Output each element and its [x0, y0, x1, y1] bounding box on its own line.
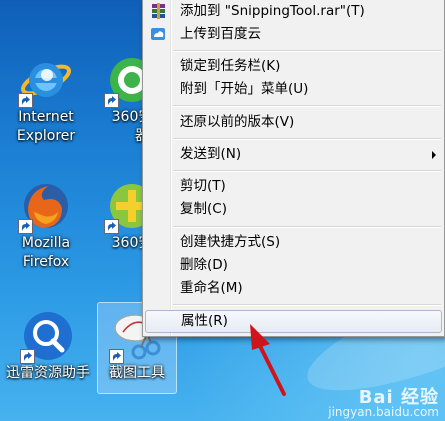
menu-item-label: 发送到(N) [180, 146, 242, 162]
menu-item-label: 属性(R) [181, 313, 228, 329]
menu-separator [173, 138, 441, 140]
menu-item-label: 上传到百度云 [180, 26, 261, 42]
shortcut-arrow-icon [109, 349, 124, 364]
baidu-cloud-icon [151, 28, 165, 40]
desktop-icon-label: Internet [18, 109, 74, 125]
menu-item-label: 添加到 "SnippingTool.rar"(T) [180, 3, 365, 19]
menu-separator [173, 170, 441, 172]
menu-separator [173, 50, 441, 52]
menu-separator [173, 105, 441, 107]
desktop-icon-label: Explorer [16, 128, 76, 144]
menu-item-delete[interactable]: 删除(D) [145, 254, 442, 277]
shortcut-arrow-icon [104, 93, 119, 108]
menu-item-upload-baidu-cloud[interactable]: 上传到百度云 [145, 23, 442, 46]
shortcut-arrow-icon [104, 219, 119, 234]
menu-item-rename[interactable]: 重命名(M) [145, 277, 442, 300]
menu-item-restore-versions[interactable]: 还原以前的版本(V) [145, 111, 442, 134]
menu-item-label: 创建快捷方式(S) [180, 234, 281, 250]
menu-separator [173, 304, 441, 306]
menu-item-label: 重命名(M) [180, 280, 243, 296]
desktop-icon-internet-explorer[interactable]: Internet Explorer [10, 52, 82, 146]
annotation-arrow-icon [250, 324, 286, 396]
watermark-brand: Bai 经验 [358, 387, 439, 408]
menu-item-cut[interactable]: 剪切(T) [145, 175, 442, 198]
menu-item-create-shortcut[interactable]: 创建快捷方式(S) [145, 231, 442, 254]
menu-separator [173, 226, 441, 228]
submenu-arrow-icon [432, 151, 436, 159]
desktop-icon-firefox[interactable]: Mozilla Firefox [10, 178, 82, 272]
watermark-url: jingyan.baidu.com [328, 405, 439, 419]
menu-item-label: 还原以前的版本(V) [180, 114, 295, 130]
desktop-icon-label: Mozilla [21, 235, 71, 251]
shortcut-arrow-icon [18, 93, 33, 108]
menu-item-label: 锁定到任务栏(K) [180, 58, 281, 74]
winrar-icon [152, 3, 165, 19]
menu-item-add-to-rar[interactable]: 添加到 "SnippingTool.rar"(T) [145, 0, 442, 23]
menu-item-label: 删除(D) [180, 257, 228, 273]
menu-item-label: 附到「开始」菜单(U) [180, 81, 309, 97]
menu-item-label: 复制(C) [180, 201, 227, 217]
menu-item-pin-start-menu[interactable]: 附到「开始」菜单(U) [145, 78, 442, 101]
desktop: Internet Explorer 360安 器 [0, 0, 445, 421]
menu-item-label: 剪切(T) [180, 178, 226, 194]
desktop-icon-xunlei-helper[interactable]: 迅雷资源助手 [4, 308, 92, 383]
desktop-icon-label: 截图工具 [109, 365, 165, 381]
context-menu: 添加到 "SnippingTool.rar"(T) 上传到百度云 锁定到任务栏(… [142, 0, 445, 337]
desktop-icon-label: 迅雷资源助手 [6, 365, 90, 381]
shortcut-arrow-icon [18, 219, 33, 234]
desktop-icon-label: Firefox [22, 254, 70, 270]
baidu-watermark: Bai 经验 jingyan.baidu.com [328, 387, 439, 420]
menu-item-send-to[interactable]: 发送到(N) [145, 143, 442, 166]
menu-item-pin-taskbar[interactable]: 锁定到任务栏(K) [145, 55, 442, 78]
shortcut-arrow-icon [20, 349, 35, 364]
menu-item-copy[interactable]: 复制(C) [145, 198, 442, 221]
